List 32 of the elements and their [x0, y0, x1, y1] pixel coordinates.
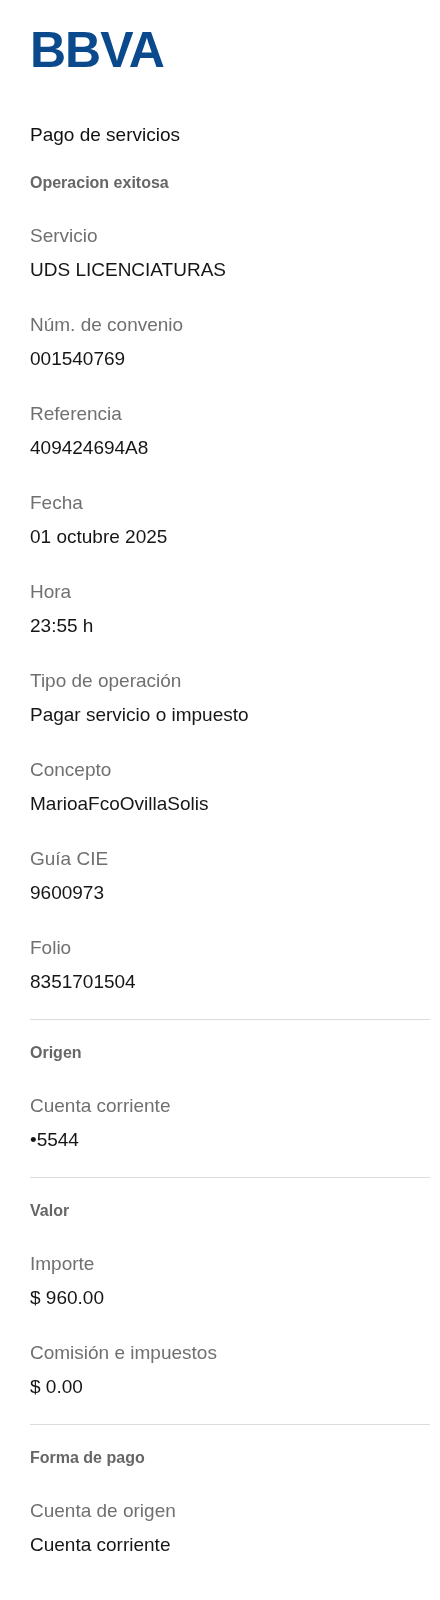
field-label: Hora — [30, 580, 73, 604]
section-heading: Operacion exitosa — [30, 173, 170, 193]
field-label: Tipo de operación — [30, 669, 183, 693]
field-value: 23:55 h — [30, 614, 95, 638]
field-value: $ 0.00 — [30, 1375, 84, 1399]
field-value: MarioaFcoOvillaSolis — [30, 792, 210, 816]
field-label: Cuenta de origen — [30, 1499, 177, 1523]
field-value: 8351701504 — [30, 970, 137, 994]
section-heading: Origen — [30, 1043, 83, 1063]
field-value: UDS LICENCIATURAS — [30, 258, 227, 282]
field-value: Cuenta corriente — [30, 1533, 172, 1557]
field-label: Folio — [30, 936, 73, 960]
page-title: Pago de servicios — [30, 123, 181, 147]
field-label: Comisión e impuestos — [30, 1341, 218, 1365]
field-label: Servicio — [30, 224, 99, 248]
field-label: Importe — [30, 1252, 96, 1276]
section-heading: Valor — [30, 1201, 71, 1221]
field-value: 01 octubre 2025 — [30, 525, 169, 549]
field-value: 9600973 — [30, 881, 105, 905]
field-value: 409424694A8 — [30, 436, 150, 460]
brand-logo: BBVA — [30, 26, 164, 74]
field-label: Concepto — [30, 758, 113, 782]
field-label: Referencia — [30, 402, 123, 426]
field-label: Núm. de convenio — [30, 313, 185, 337]
field-label: Fecha — [30, 491, 84, 515]
field-label: Cuenta corriente — [30, 1094, 172, 1118]
field-value: Pagar servicio o impuesto — [30, 703, 250, 727]
section-heading: Forma de pago — [30, 1448, 146, 1468]
field-value: $ 960.00 — [30, 1286, 105, 1310]
field-value: •5544 — [30, 1128, 80, 1152]
field-value: 001540769 — [30, 347, 127, 371]
field-label: Guía CIE — [30, 847, 110, 871]
